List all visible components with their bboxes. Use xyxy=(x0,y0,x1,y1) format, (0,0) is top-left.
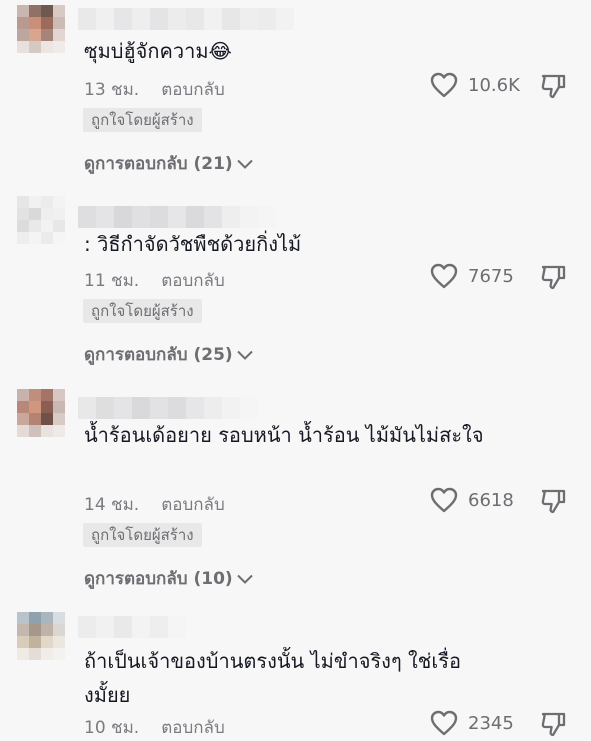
chevron-down-icon xyxy=(236,574,253,584)
chevron-down-icon xyxy=(236,350,253,360)
view-replies-label: ดูการตอบกลับ (21) xyxy=(84,154,233,174)
comment-meta: 11 ชม. ตอบกลับ xyxy=(84,267,225,294)
reply-button[interactable]: ตอบกลับ xyxy=(161,80,225,100)
heart-outline-icon xyxy=(430,72,458,98)
dislike-button[interactable] xyxy=(540,488,567,514)
creator-liked-badge: ถูกใจโดยผู้สร้าง xyxy=(83,523,202,547)
reply-button[interactable]: ตอบกลับ xyxy=(161,718,225,738)
avatar[interactable] xyxy=(17,196,65,244)
heart-outline-icon xyxy=(430,263,458,289)
like-count: 10.6K xyxy=(468,74,520,96)
like-count: 2345 xyxy=(468,712,514,734)
like-button[interactable]: 7675 xyxy=(430,263,514,289)
comment-text: ซุมบ่ฮู้จักความ😂 xyxy=(84,39,232,63)
comment-text: น้ำร้อนเด้อยาย รอบหน้า น้ำร้อน ไม้มันไม่… xyxy=(84,423,484,447)
comment-meta: 10 ชม. ตอบกลับ xyxy=(84,714,225,741)
reply-button[interactable]: ตอบกลับ xyxy=(161,495,225,515)
view-replies-button[interactable]: ดูการตอบกลับ (25) xyxy=(84,341,253,368)
comment-item: ถ้าเป็นเจ้าของบ้านตรงนั้น ไม่ขำจริงๆ ใช่… xyxy=(0,604,591,741)
thumbs-down-icon xyxy=(540,73,567,99)
creator-liked-badge: ถูกใจโดยผู้สร้าง xyxy=(83,299,202,323)
comment-item: ซุมบ่ฮู้จักความ😂 13 ชม. ตอบกลับ ถูกใจโดยผ… xyxy=(0,0,591,190)
avatar[interactable] xyxy=(17,612,65,660)
heart-outline-icon xyxy=(430,710,458,736)
view-replies-button[interactable]: ดูการตอบกลับ (21) xyxy=(84,150,253,177)
like-button[interactable]: 6618 xyxy=(430,487,514,513)
like-count: 7675 xyxy=(468,265,514,287)
like-button[interactable]: 10.6K xyxy=(430,72,520,98)
like-count: 6618 xyxy=(468,489,514,511)
thumbs-down-icon xyxy=(540,264,567,290)
username-blurred[interactable] xyxy=(78,397,294,419)
comment-time: 10 ชม. xyxy=(84,718,140,738)
comment-time: 14 ชม. xyxy=(84,495,140,515)
dislike-button[interactable] xyxy=(540,73,567,99)
comment-meta: 14 ชม. ตอบกลับ xyxy=(84,491,225,518)
thumbs-down-icon xyxy=(540,711,567,737)
comment-time: 11 ชม. xyxy=(84,271,140,291)
comment-meta: 13 ชม. ตอบกลับ xyxy=(84,76,225,103)
reply-button[interactable]: ตอบกลับ xyxy=(161,271,225,291)
comment-item: : วิธีกำจัดวัชพืชด้วยกิ่งไม้ 11 ชม. ตอบกล… xyxy=(0,190,591,380)
chevron-down-icon xyxy=(236,159,253,169)
like-button[interactable]: 2345 xyxy=(430,710,514,736)
avatar[interactable] xyxy=(17,5,65,53)
dislike-button[interactable] xyxy=(540,711,567,737)
username-blurred[interactable] xyxy=(78,206,294,228)
comment-item: น้ำร้อนเด้อยาย รอบหน้า น้ำร้อน ไม้มันไม่… xyxy=(0,380,591,604)
username-blurred[interactable] xyxy=(78,8,294,30)
view-replies-label: ดูการตอบกลับ (25) xyxy=(84,345,233,365)
creator-liked-badge: ถูกใจโดยผู้สร้าง xyxy=(83,108,202,132)
avatar[interactable] xyxy=(17,389,65,437)
username-blurred[interactable] xyxy=(78,616,294,638)
heart-outline-icon xyxy=(430,487,458,513)
thumbs-down-icon xyxy=(540,488,567,514)
dislike-button[interactable] xyxy=(540,264,567,290)
comment-text: ถ้าเป็นเจ้าของบ้านตรงนั้น ไม่ขำจริงๆ ใช่… xyxy=(84,649,461,707)
view-replies-button[interactable]: ดูการตอบกลับ (10) xyxy=(84,565,253,592)
comment-text: : วิธีกำจัดวัชพืชด้วยกิ่งไม้ xyxy=(84,232,302,256)
comment-time: 13 ชม. xyxy=(84,80,140,100)
view-replies-label: ดูการตอบกลับ (10) xyxy=(84,569,233,589)
